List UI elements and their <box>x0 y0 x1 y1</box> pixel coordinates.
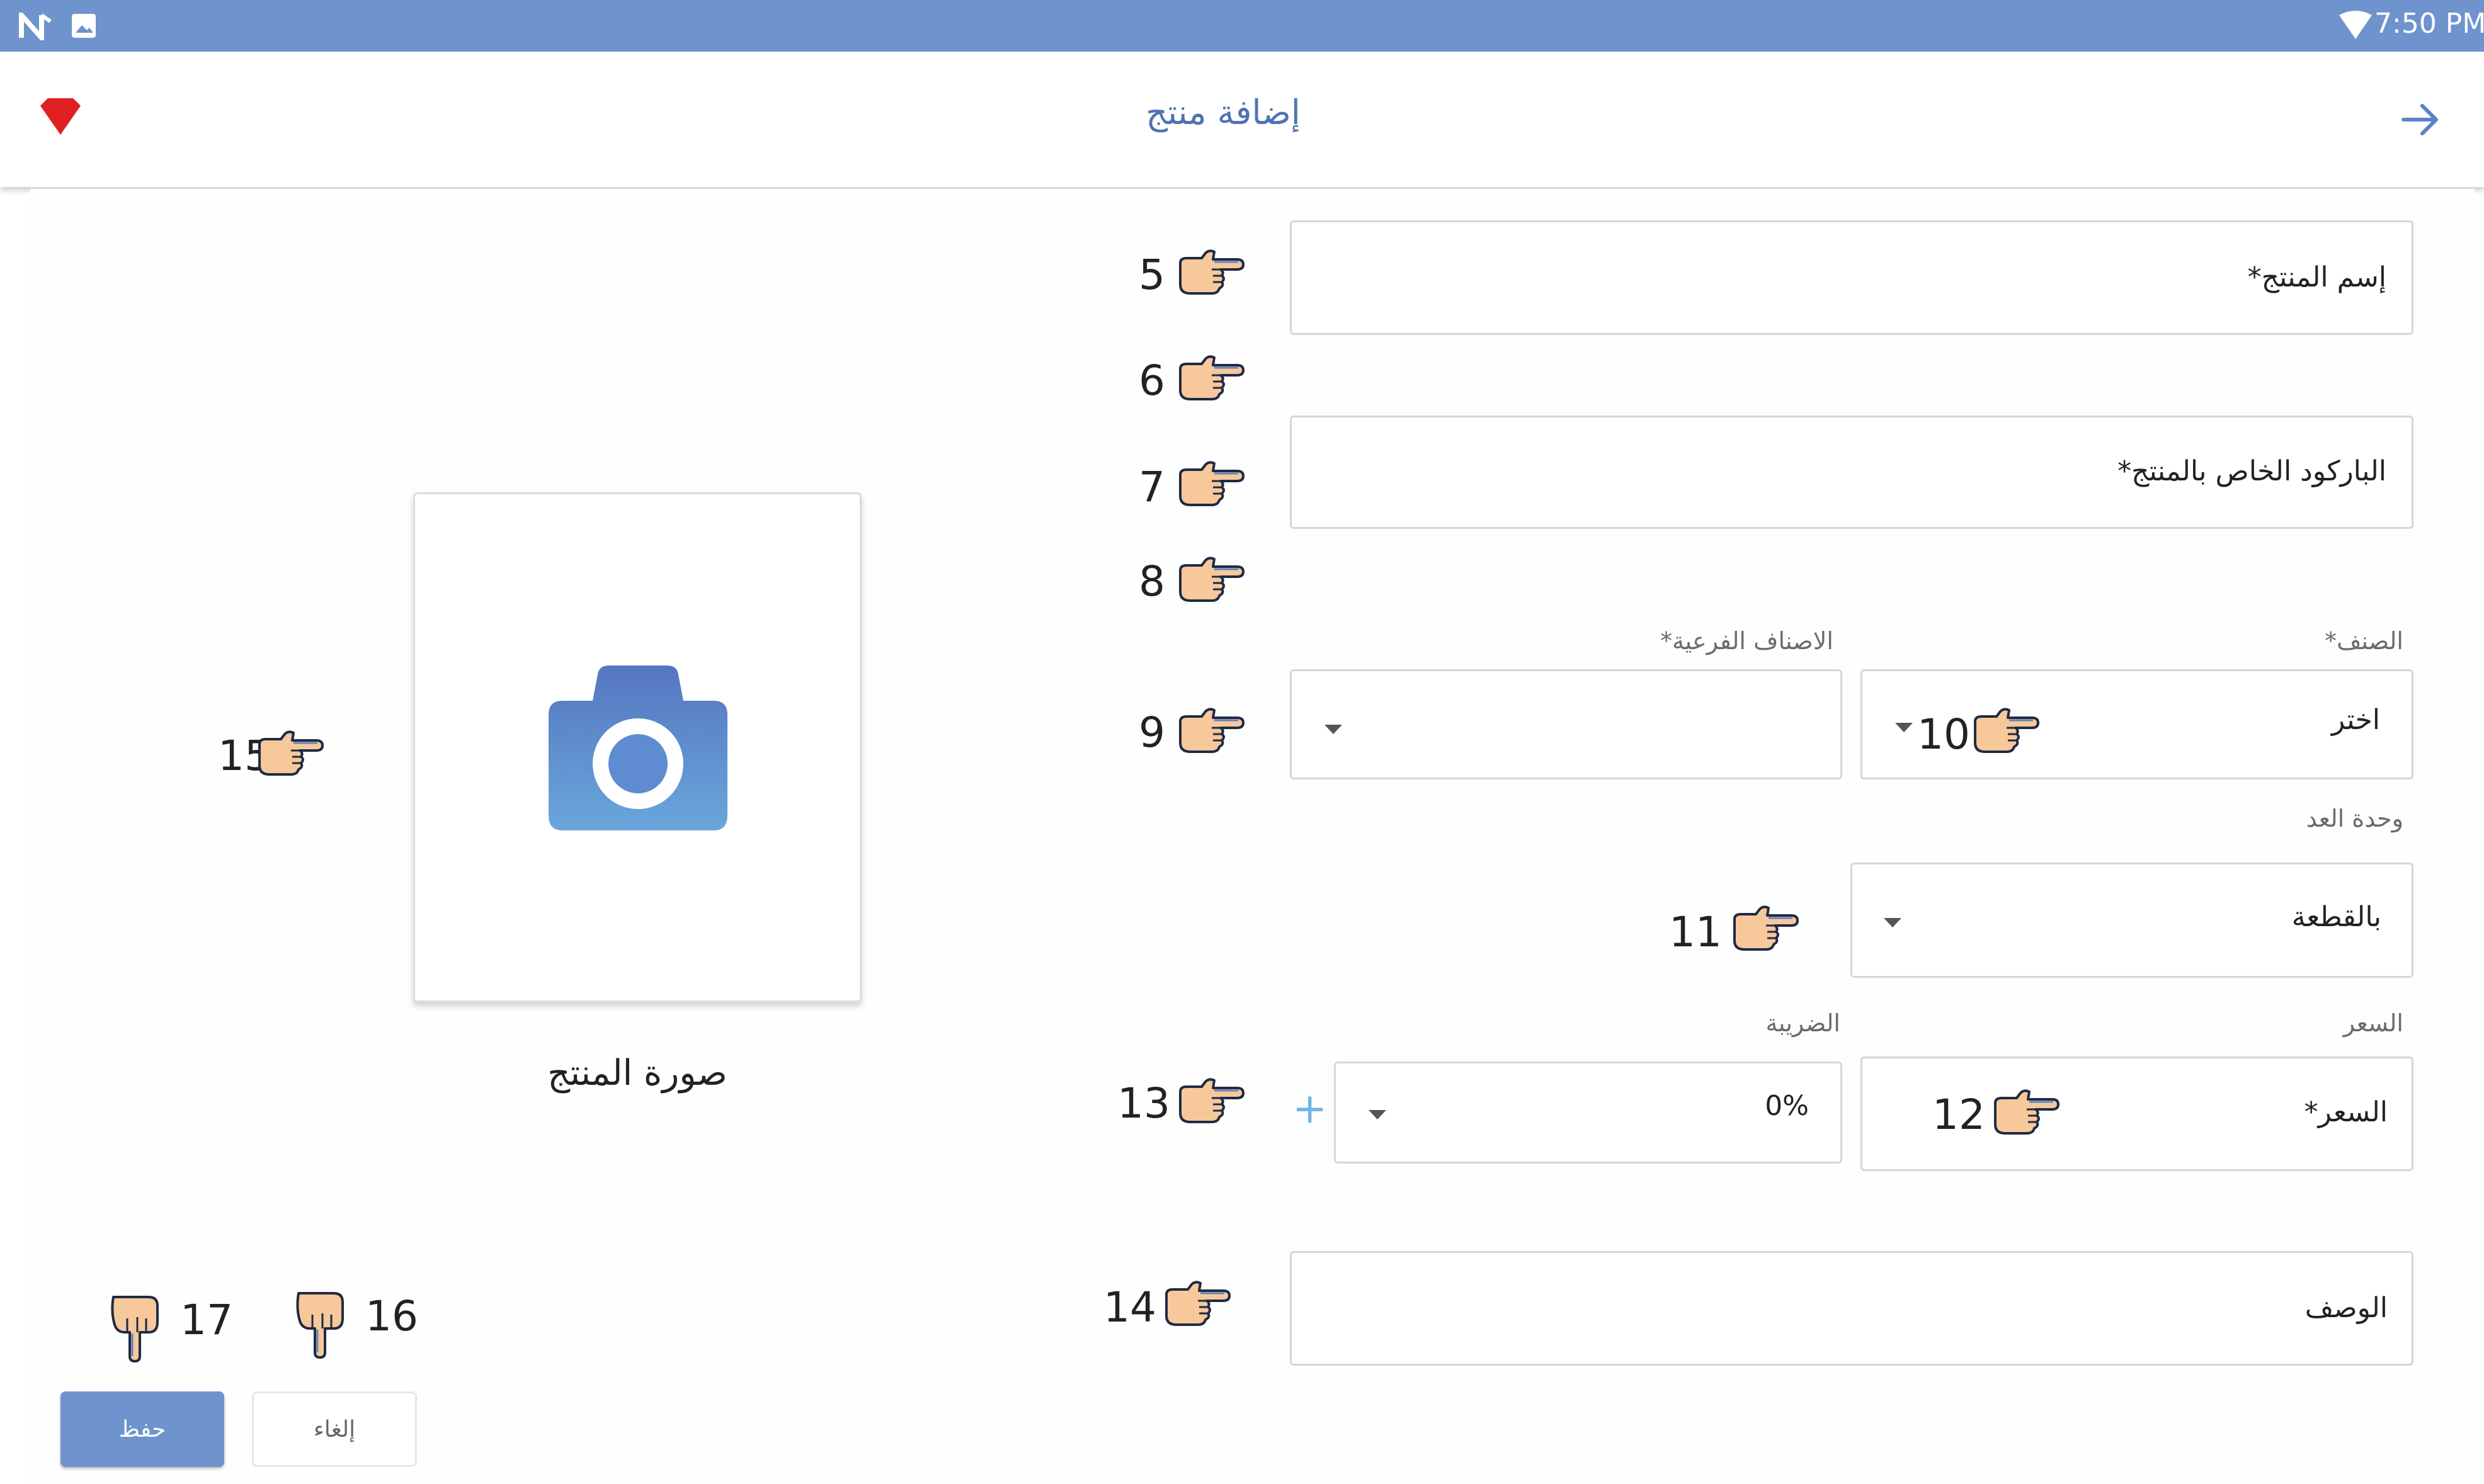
annotation-number: 11 <box>1669 908 1722 956</box>
annotation-number: 17 <box>180 1296 233 1344</box>
barcode-placeholder: الباركود الخاص بالمنتج* <box>2117 455 2386 487</box>
annotation-number: 9 <box>1139 708 1165 757</box>
photo-caption: صورة المنتج <box>547 1053 727 1094</box>
save-button[interactable]: حفظ <box>60 1391 224 1467</box>
pointing-hand-icon <box>1179 355 1245 400</box>
price-placeholder: السعر* <box>2304 1096 2388 1128</box>
page-title: إضافة منتج <box>1146 93 1301 132</box>
tax-select[interactable]: 0% <box>1334 1062 1842 1164</box>
pointing-hand-icon <box>1179 1078 1245 1123</box>
annotation-number: 14 <box>1103 1283 1156 1332</box>
tax-value: 0% <box>1765 1090 1809 1122</box>
pointing-hand-icon <box>1733 905 1799 951</box>
unit-value: بالقطعة <box>2291 901 2381 933</box>
chevron-down-icon <box>1369 1110 1386 1119</box>
n-logo-icon <box>19 13 52 40</box>
category-label: الصنف* <box>2325 627 2403 655</box>
wifi-icon <box>2339 11 2372 39</box>
unit-select[interactable]: بالقطعة <box>1850 863 2413 978</box>
status-time: 7:50 PM <box>2374 8 2484 40</box>
price-label: السعر <box>2343 1009 2403 1037</box>
pointing-hand-icon <box>1179 708 1245 753</box>
add-tax-button[interactable]: + <box>1292 1084 1327 1133</box>
arrow-forward-icon[interactable] <box>2400 101 2441 139</box>
annotation-number: 6 <box>1139 356 1165 405</box>
unit-label: وحدة العد <box>2306 805 2403 832</box>
pointing-hand-icon <box>1165 1281 1231 1326</box>
barcode-field[interactable]: الباركود الخاص بالمنتج* <box>1290 416 2413 529</box>
subcategories-label: الاصناف الفرعية* <box>1660 627 1833 655</box>
app-bar: إضافة منتج <box>0 52 2484 187</box>
tax-label: الضريبة <box>1765 1009 1840 1037</box>
annotation-number: 8 <box>1139 557 1165 606</box>
pointing-down-hand-icon <box>296 1292 344 1359</box>
annotation-number: 12 <box>1932 1090 1985 1139</box>
pointing-hand-icon <box>1179 461 1245 506</box>
annotation-number: 16 <box>365 1292 418 1340</box>
status-bar: 7:50 PM <box>0 0 2484 52</box>
pointing-hand-icon <box>1179 249 1245 295</box>
pointing-hand-icon <box>1179 557 1245 602</box>
annotation-number: 5 <box>1139 251 1165 299</box>
annotation-number: 13 <box>1117 1079 1170 1128</box>
annotation-number: 7 <box>1139 463 1165 511</box>
description-field[interactable]: الوصف <box>1290 1251 2413 1366</box>
pointing-down-hand-icon <box>111 1296 159 1362</box>
product-photo-picker[interactable] <box>413 492 862 1002</box>
image-icon <box>72 14 96 38</box>
description-placeholder: الوصف <box>2305 1292 2388 1324</box>
pointing-hand-icon <box>1974 708 2039 753</box>
chevron-down-icon <box>1325 725 1342 734</box>
red-gem-icon[interactable] <box>38 96 83 137</box>
chevron-down-icon <box>1884 918 1901 927</box>
product-name-placeholder: إسم المنتج* <box>2247 261 2386 293</box>
camera-icon <box>549 666 727 830</box>
chevron-down-icon <box>1895 723 1913 732</box>
annotation-number: 10 <box>1917 710 1970 759</box>
product-name-field[interactable]: إسم المنتج* <box>1290 220 2413 335</box>
pointing-hand-icon <box>1994 1089 2060 1135</box>
category-value: اختر <box>2332 704 2380 736</box>
cancel-button[interactable]: إلغاء <box>252 1391 417 1467</box>
pointing-hand-icon <box>258 730 324 776</box>
subcategories-select[interactable] <box>1290 669 1842 779</box>
